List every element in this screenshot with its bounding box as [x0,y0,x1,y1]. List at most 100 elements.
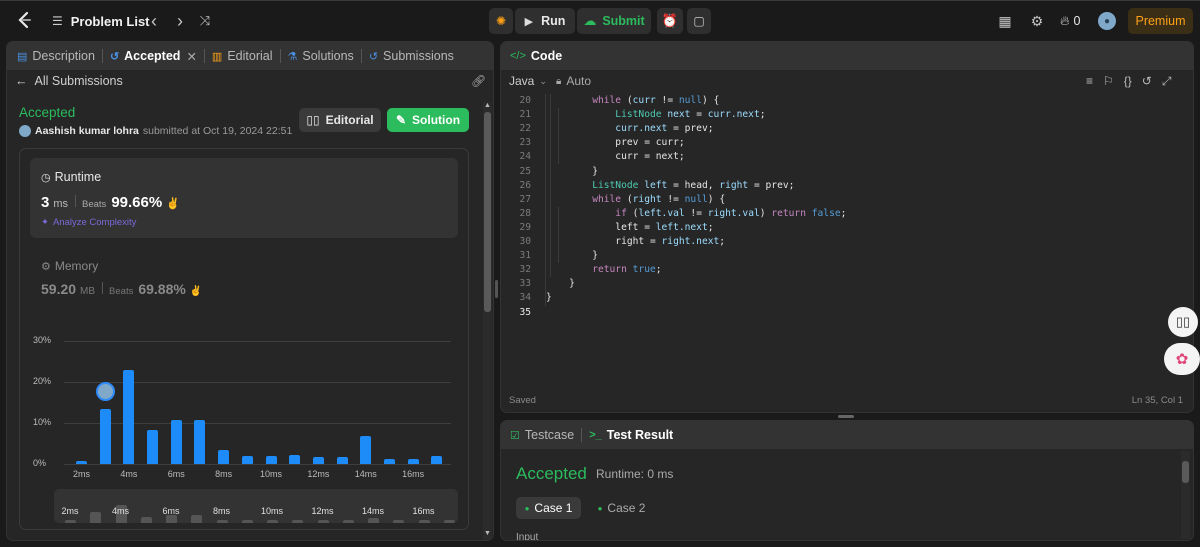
scrollbar-thumb[interactable] [1182,461,1189,483]
reading-mode-button[interactable]: ▯▯ [1168,307,1198,337]
test-tab-bar: ☑ Testcase >_ Test Result [501,421,1193,449]
code-line[interactable]: 28 if (left.val != right.val) return fal… [501,207,1187,221]
timer-button[interactable]: ⏰ [657,8,683,34]
fullscreen-icon[interactable]: ⤢ [1162,74,1172,89]
premium-button[interactable]: Premium [1128,8,1193,34]
horizontal-splitter[interactable] [838,415,854,418]
mini-tick-label: 10ms [260,506,283,516]
line-number: 22 [519,123,531,135]
tab-accepted[interactable]: ↺ Accepted ✕ [103,42,204,70]
code-line[interactable]: 34} [501,291,1187,305]
back-label: All Submissions [34,74,123,88]
layout-grid-icon[interactable]: ▦ [996,12,1014,30]
line-number: 35 [519,306,531,318]
left-tab-bar: ▤ Description ↺ Accepted ✕ ▥ Editorial ⚗… [7,42,493,70]
result-scrollbar[interactable] [1181,451,1190,539]
case-2-label: Case 2 [607,501,646,515]
code-line[interactable]: 22 curr.next = prev; [501,122,1187,136]
mini-chart-bar [267,520,278,523]
next-problem-icon[interactable]: › [172,11,188,31]
bug-icon: ✺ [495,14,507,28]
tab-code[interactable]: </> Code [501,42,569,70]
mini-tick-label: 16ms [412,506,435,516]
run-label: Run [541,14,566,28]
code-line[interactable]: 20 while (curr != null) { [501,94,1187,108]
analyze-complexity-link[interactable]: ✦ Analyze Complexity [41,217,136,228]
code-line[interactable]: 25 } [501,165,1187,179]
leetcode-logo-icon[interactable] [14,10,34,30]
ai-assistant-button[interactable]: ✿ [1164,343,1200,375]
tab-test-result[interactable]: >_ Test Result [582,421,680,449]
code-text: ListNode next = curr.next; [546,109,766,121]
left-scrollbar[interactable]: ▲ ▼ [483,102,492,540]
back-to-submissions-link[interactable]: ← All Submissions [15,74,123,88]
code-editor[interactable]: 20 while (curr != null) {21 ListNode nex… [501,94,1187,374]
notes-button[interactable]: ▢ [687,8,711,34]
editorial-button[interactable]: ▯▯ Editorial [299,108,381,132]
tab-solutions[interactable]: ⚗ Solutions [281,42,361,70]
shuffle-icon[interactable]: ⤨ [196,12,214,30]
prev-problem-icon[interactable]: ‹ [146,11,162,31]
code-line[interactable]: 35 [501,306,1187,320]
user-avatar[interactable]: ● [1098,12,1116,30]
range-selector[interactable]: 2ms 4ms 6ms 8ms 10ms 12ms 14ms 16ms [54,489,458,523]
tab-testcase[interactable]: ☑ Testcase [501,421,581,449]
problem-list-link[interactable]: ☰ Problem List [52,12,150,30]
code-line[interactable]: 26 ListNode left = head, right = prev; [501,179,1187,193]
tab-submissions-label: Submissions [383,49,454,63]
scrollbar-thumb[interactable] [484,112,491,312]
tab-submissions[interactable]: ↺ Submissions [362,42,461,70]
memory-beats-label: Beats [109,286,134,297]
format-lines-icon[interactable]: ≡ [1086,74,1093,89]
code-line[interactable]: 27 while (right != null) { [501,193,1187,207]
tab-description[interactable]: ▤ Description [7,42,102,70]
case-2-tab[interactable]: ● Case 2 [589,497,654,519]
code-text: left = left.next; [546,221,714,233]
code-line[interactable]: 21 ListNode next = curr.next; [501,108,1187,122]
author-name[interactable]: Aashish kumar lohra [35,125,139,137]
mini-tick-label: 4ms [111,506,129,516]
code-line[interactable]: 24 curr = next; [501,150,1187,164]
bookmark-icon[interactable]: ⚐ [1103,74,1114,89]
settings-gear-icon[interactable]: ⚙ [1028,12,1046,30]
memory-title-row[interactable]: ⚙ Memory [41,259,98,273]
language-select[interactable]: Java ⌄ [509,74,547,88]
runtime-card[interactable]: ◷ Runtime 3 ms Beats 99.66% ✌ ✦ Analyze … [30,158,458,238]
scroll-up-icon[interactable]: ▲ [484,102,491,110]
submit-button[interactable]: ☁ Submit [577,8,651,34]
fire-icon: 🔥︎ [1060,13,1070,28]
tab-accepted-label: Accepted [124,49,181,63]
code-line[interactable]: 32 return true; [501,263,1187,277]
braces-icon[interactable]: {} [1124,74,1132,89]
chip-icon: ⚙ [41,260,51,273]
test-result-panel: ☑ Testcase >_ Test Result Accepted Runti… [500,420,1194,541]
solution-button[interactable]: ✎ Solution [387,108,469,132]
streak-counter[interactable]: 🔥︎ 0 [1060,12,1081,30]
mini-chart-bar [292,520,304,523]
vertical-splitter[interactable] [495,280,498,298]
code-line[interactable]: 30 right = right.next; [501,235,1187,249]
line-number: 28 [519,207,531,219]
code-line[interactable]: 33 } [501,277,1187,291]
editorial-button-label: Editorial [325,113,374,127]
avatar-person-icon: ● [1103,15,1111,27]
debug-button[interactable]: ✺ [489,8,513,34]
sparkle-icon: ✦ [41,217,49,228]
close-tab-icon[interactable]: ✕ [186,49,196,64]
scroll-down-icon[interactable]: ▼ [484,530,491,538]
code-line[interactable]: 31 } [501,249,1187,263]
code-panel-header: </> Code [501,42,1193,70]
link-icon[interactable]: 🔗︎ [471,74,486,88]
book-icon: ▥ [211,50,223,63]
code-tab-label: Code [530,49,563,63]
code-line[interactable]: 23 prev = curr; [501,136,1187,150]
editor-toolbar: ≡ ⚐ {} ↺ ⤢ [1086,74,1171,89]
case-1-label: Case 1 [534,501,573,515]
tab-editorial[interactable]: ▥ Editorial [205,42,280,70]
submission-meta: Aashish kumar lohra submitted at Oct 19,… [19,125,292,137]
code-line[interactable]: 29 left = left.next; [501,221,1187,235]
case-1-tab[interactable]: ● Case 1 [516,497,581,519]
run-button[interactable]: ▶ Run [515,8,575,34]
reset-icon[interactable]: ↺ [1142,74,1152,89]
auto-mode-toggle[interactable]: 🔒︎ Auto [556,74,591,88]
